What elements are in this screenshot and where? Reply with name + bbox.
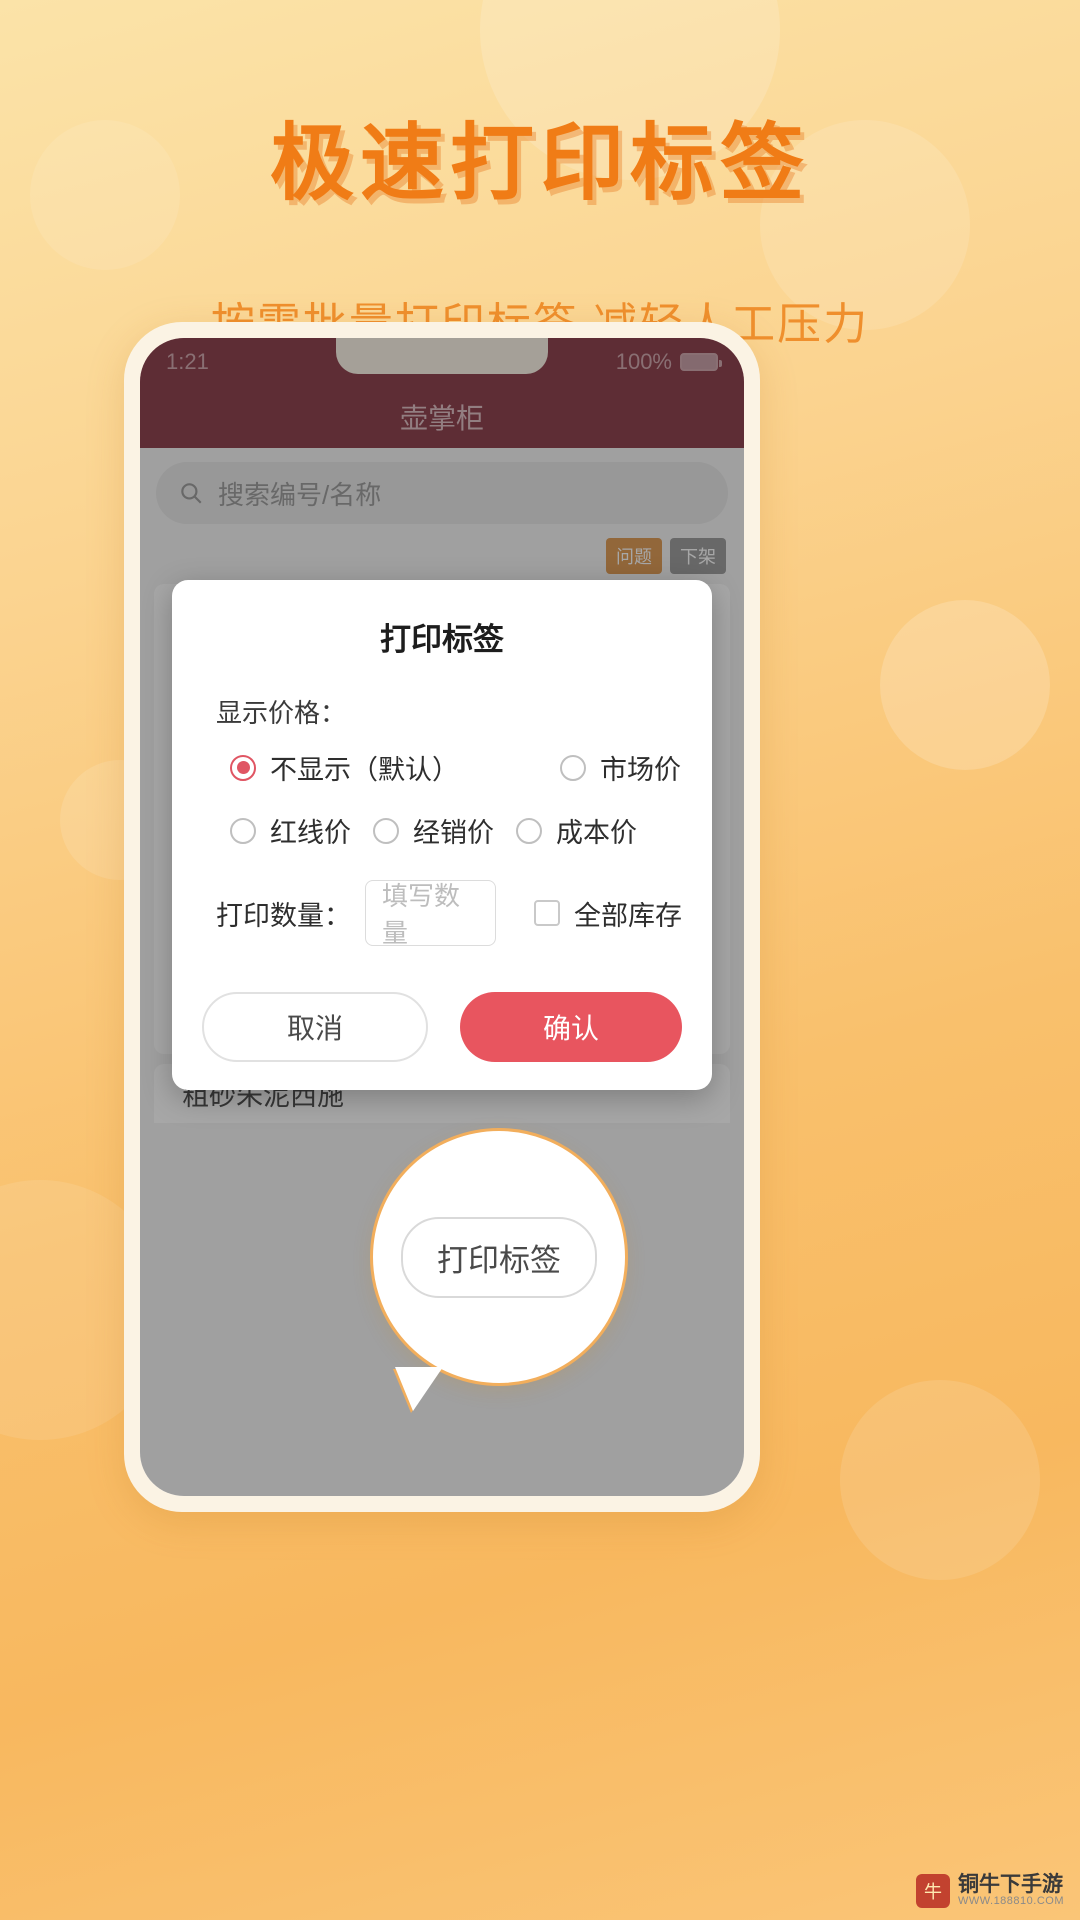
all-stock-label: 全部库存 [574, 900, 682, 931]
watermark-logo: 牛 [915, 1874, 950, 1908]
print-quantity-input[interactable]: 填写数量 [365, 880, 496, 948]
radio-cost-price-icon[interactable] [516, 817, 542, 844]
callout-print-label-button[interactable]: 打印标签 [401, 1216, 597, 1298]
radio-dealer-price[interactable]: 经销价 [345, 811, 494, 850]
price-display-label: 显示价格： [216, 698, 347, 728]
bg-circle-6 [840, 1380, 1040, 1580]
bg-circle-3 [880, 600, 1050, 770]
price-radio-row-2: 红线价 经销价 成本价 [202, 811, 682, 850]
watermark-text: 铜牛下手游 WWW.188810.COM [958, 1874, 1064, 1908]
radio-redline-price-label: 红线价 [270, 818, 351, 848]
confirm-button[interactable]: 确认 [460, 992, 682, 1062]
all-stock-checkbox[interactable]: 全部库存 [534, 894, 682, 933]
price-radio-row-1: 不显示（默认） 市场价 [202, 748, 682, 787]
radio-redline-price-icon[interactable] [230, 817, 256, 844]
print-label-dialog: 打印标签 显示价格： 不显示（默认） 市场价 红线价 经销价 成本价 打印数量：… [172, 580, 712, 1090]
dialog-actions: 取消 确认 [202, 992, 682, 1062]
cancel-button[interactable]: 取消 [202, 992, 428, 1062]
print-quantity-row: 打印数量： 填写数量 全部库存 [202, 880, 682, 948]
promo-headline: 极速打印标签 [269, 116, 810, 210]
print-quantity-label: 打印数量： [216, 900, 351, 931]
zoom-callout: 打印标签 [370, 1128, 628, 1386]
radio-no-display-icon[interactable] [230, 754, 256, 781]
radio-market-price[interactable]: 市场价 [532, 748, 681, 787]
dialog-title: 打印标签 [380, 622, 504, 657]
radio-dealer-price-icon[interactable] [373, 817, 399, 844]
radio-market-price-icon[interactable] [560, 754, 586, 781]
radio-cost-price[interactable]: 成本价 [488, 811, 637, 850]
radio-dealer-price-label: 经销价 [413, 818, 494, 848]
radio-no-display-label: 不显示（默认） [270, 755, 459, 785]
watermark: 牛 铜牛下手游 WWW.188810.COM [915, 1874, 1064, 1908]
watermark-url: WWW.188810.COM [957, 1895, 1064, 1908]
radio-redline-price[interactable]: 红线价 [202, 811, 351, 850]
radio-market-price-label: 市场价 [600, 755, 681, 785]
radio-cost-price-label: 成本价 [556, 818, 637, 848]
checkbox-icon[interactable] [534, 900, 560, 926]
radio-no-display[interactable]: 不显示（默认） [202, 748, 532, 787]
print-quantity-placeholder: 填写数量 [382, 881, 461, 948]
watermark-name: 铜牛下手游 [957, 1873, 1063, 1897]
price-radio-group: 不显示（默认） 市场价 红线价 经销价 成本价 [202, 748, 682, 850]
